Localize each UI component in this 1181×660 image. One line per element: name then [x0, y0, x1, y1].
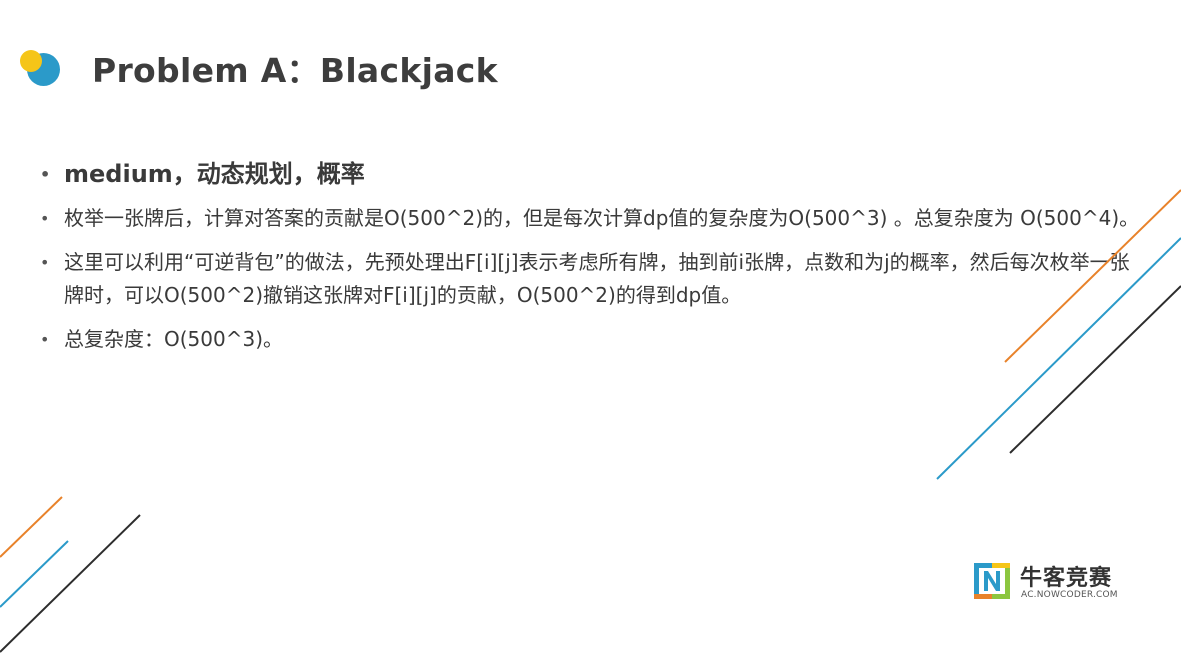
nowcoder-logo-icon — [974, 563, 1010, 599]
logo-url: AC.NOWCODER.COM — [1021, 590, 1118, 600]
bullet-item-complexity: 总复杂度：O(500^3)。 — [38, 323, 1148, 356]
logo-name: 牛客竞赛 — [1020, 566, 1113, 591]
deco-line-blue-left — [0, 540, 69, 608]
title-decoration-dots — [20, 50, 62, 86]
slide-title: Problem A：Blackjack — [92, 51, 498, 90]
bullet-list: medium，动态规划，概率 枚举一张牌后，计算对答案的贡献是O(500^2)的… — [38, 158, 1148, 367]
deco-line-dark-left — [0, 514, 141, 653]
bullet-item-naive: 枚举一张牌后，计算对答案的贡献是O(500^2)的，但是每次计算dp值的复杂度为… — [38, 202, 1148, 235]
yellow-dot — [20, 50, 42, 72]
bullet-item-reversible-knapsack: 这里可以利用“可逆背包”的做法，先预处理出F[i][j]表示考虑所有牌，抽到前i… — [38, 246, 1148, 312]
bullet-item-tags: medium，动态规划，概率 — [38, 158, 1148, 191]
nowcoder-logo: 牛客竞赛 AC.NOWCODER.COM — [973, 560, 1123, 604]
deco-line-orange-left — [0, 496, 63, 558]
